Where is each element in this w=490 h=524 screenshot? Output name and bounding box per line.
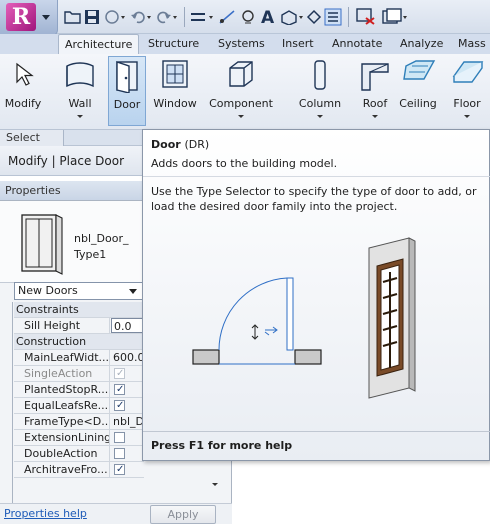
column-button[interactable]: Column	[294, 56, 346, 126]
tooltip-footer: Press F1 for more help	[151, 439, 293, 452]
property-row-single-action[interactable]: SingleAction	[14, 366, 144, 382]
tab-architecture[interactable]: Architecture	[58, 34, 140, 55]
door-icon	[116, 61, 138, 93]
component-icon	[229, 61, 253, 87]
planted-stop-checkbox[interactable]	[114, 382, 125, 397]
properties-footer: Properties help Apply	[0, 503, 232, 524]
select-panel-label[interactable]: Select	[0, 130, 64, 146]
tooltip-body: Use the Type Selector to specify the typ…	[151, 185, 477, 213]
column-icon	[314, 60, 326, 90]
open-icon[interactable]	[64, 6, 82, 28]
chevron-down-icon	[42, 15, 50, 20]
floor-icon	[452, 61, 484, 83]
door-button[interactable]: Door	[108, 56, 146, 126]
property-row-extension-lining[interactable]: ExtensionLining	[14, 430, 144, 446]
switch-windows-icon[interactable]	[382, 6, 408, 28]
svg-text:A: A	[261, 8, 275, 26]
quick-access-toolbar: R A	[0, 0, 490, 36]
cursor-arrow-icon	[16, 62, 34, 86]
property-row-planted-stop[interactable]: PlantedStopR...	[14, 382, 144, 398]
property-row-double-action[interactable]: DoubleAction	[14, 446, 144, 462]
measure-icon[interactable]	[190, 6, 214, 28]
tooltip-title: Door (DR)	[151, 138, 210, 151]
type-name: nbl_Door_ Type1	[74, 232, 129, 261]
door-plan-illustration-icon	[192, 277, 322, 365]
tab-analyze[interactable]: Analyze	[394, 34, 449, 54]
save-icon[interactable]	[84, 6, 100, 28]
floor-button[interactable]: Floor	[446, 56, 488, 126]
ribbon-tabs: Architecture Structure Systems Insert An…	[0, 34, 490, 55]
architrave-checkbox[interactable]	[114, 462, 125, 477]
application-menu-button[interactable]: R	[0, 0, 58, 36]
tab-annotate[interactable]: Annotate	[326, 34, 388, 54]
chevron-down-icon	[129, 289, 137, 294]
properties-grid: Constraints Sill Height 0.0 Construction…	[14, 302, 151, 478]
door-3d-illustration-icon	[368, 237, 416, 399]
thin-lines-icon[interactable]	[324, 6, 342, 28]
wall-icon	[66, 62, 94, 88]
scroll-down-icon[interactable]	[212, 483, 218, 486]
group-constraints[interactable]: Constraints	[14, 302, 144, 318]
chevron-down-icon	[238, 115, 244, 118]
tab-structure[interactable]: Structure	[142, 34, 205, 54]
chevron-down-icon	[372, 115, 378, 118]
toolbar-divider	[348, 7, 349, 27]
door-type-thumbnail-icon	[21, 214, 63, 275]
redo-icon[interactable]	[156, 6, 178, 28]
aligned-dimension-icon[interactable]	[218, 6, 238, 28]
window-icon	[162, 60, 188, 88]
window-button[interactable]: Window	[148, 56, 202, 126]
modify-button[interactable]: Modify	[0, 56, 46, 126]
equal-leafs-checkbox[interactable]	[114, 398, 125, 413]
wall-button[interactable]: Wall	[62, 56, 98, 126]
ceiling-icon	[403, 60, 436, 80]
grid-left-border	[12, 302, 13, 515]
component-button[interactable]: Component	[206, 56, 276, 126]
toolbar-divider	[184, 7, 185, 27]
property-row-sill-height[interactable]: Sill Height 0.0	[14, 318, 151, 334]
property-row-main-leaf-width[interactable]: MainLeafWidt... 600.0	[14, 350, 145, 366]
door-tooltip: Door (DR) Adds doors to the building mod…	[142, 129, 490, 461]
chevron-down-icon	[317, 115, 323, 118]
group-construction[interactable]: Construction	[14, 334, 144, 350]
close-hidden-windows-icon[interactable]	[356, 6, 376, 28]
apply-button[interactable]: Apply	[150, 505, 216, 524]
tab-insert[interactable]: Insert	[276, 34, 320, 54]
revit-logo-icon: R	[6, 3, 36, 31]
chevron-down-icon	[77, 115, 83, 118]
tag-icon[interactable]	[240, 6, 258, 28]
3d-view-icon[interactable]	[280, 6, 304, 28]
context-title: Modify | Place Door	[8, 154, 125, 168]
text-icon[interactable]: A	[260, 6, 276, 28]
roof-icon	[361, 63, 389, 91]
undo-icon[interactable]	[130, 6, 152, 28]
property-row-architrave[interactable]: ArchitraveFro...	[14, 462, 144, 478]
single-action-checkbox	[114, 366, 125, 381]
sync-icon[interactable]	[104, 6, 126, 28]
double-action-checkbox[interactable]	[114, 448, 125, 459]
tab-systems[interactable]: Systems	[212, 34, 271, 54]
properties-help-link[interactable]: Properties help	[4, 507, 87, 520]
property-row-frame-type[interactable]: FrameType<D... nbl_D	[14, 414, 144, 430]
extension-lining-checkbox[interactable]	[114, 432, 125, 443]
tooltip-description: Adds doors to the building model.	[151, 157, 338, 170]
tooltip-footer-divider	[143, 431, 490, 432]
tab-mass[interactable]: Mass	[452, 34, 490, 54]
roof-button[interactable]: Roof	[356, 56, 394, 126]
chevron-down-icon	[464, 115, 470, 118]
type-selector-dropdown[interactable]: New Doors	[14, 282, 144, 300]
property-row-equal-leafs[interactable]: EqualLeafsRe...	[14, 398, 144, 414]
ribbon-panel: Modify Wall Door Window Component Column…	[0, 54, 490, 130]
ceiling-button[interactable]: Ceiling	[396, 56, 440, 126]
section-icon[interactable]	[306, 6, 322, 28]
tooltip-divider	[143, 176, 490, 177]
